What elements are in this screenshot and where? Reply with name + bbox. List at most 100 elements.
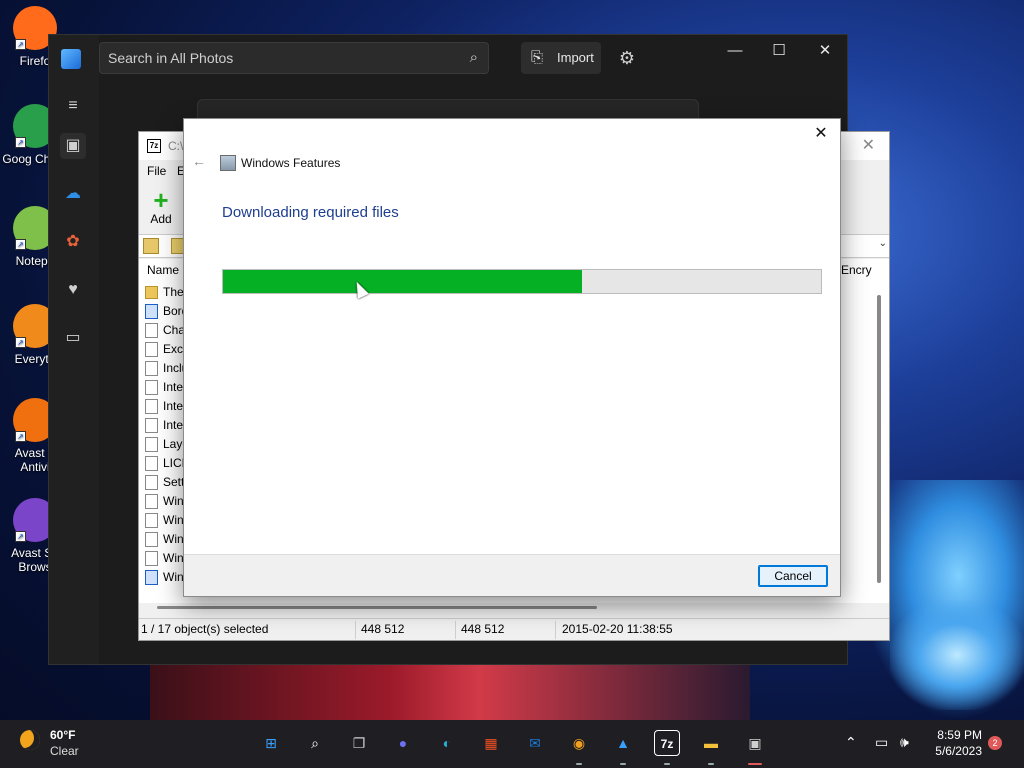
- file-name: Win: [163, 513, 184, 527]
- shortcut-arrow-icon: ↗: [15, 531, 26, 542]
- table-row[interactable]: Win: [145, 511, 184, 530]
- shortcut-arrow-icon: ↗: [15, 431, 26, 442]
- menu-file[interactable]: File: [147, 164, 166, 178]
- shortcut-arrow-icon: ↗: [15, 137, 26, 148]
- column-encrypted[interactable]: Encry: [841, 263, 872, 277]
- status-divider: [555, 621, 556, 639]
- file-icon: [145, 494, 158, 509]
- clock-date[interactable]: 5/6/2023: [924, 744, 982, 758]
- add-button[interactable]: + Add: [149, 185, 173, 226]
- windows-features-icon[interactable]: ▣: [742, 730, 768, 756]
- file-name: Win: [163, 532, 184, 546]
- sevenzip-path: C:\: [168, 139, 184, 153]
- running-indicator: [748, 763, 762, 765]
- table-row[interactable]: Ther: [145, 283, 188, 302]
- running-indicator: [664, 763, 670, 765]
- status-divider: [455, 621, 456, 639]
- network-icon[interactable]: ▭: [875, 734, 888, 751]
- cancel-button[interactable]: Cancel: [758, 565, 828, 587]
- table-row[interactable]: Win: [145, 530, 184, 549]
- folder-up-icon[interactable]: [143, 238, 159, 254]
- chat-icon[interactable]: ●: [390, 730, 416, 756]
- favorites-heart-icon[interactable]: ♥: [60, 277, 86, 303]
- all-photos-icon[interactable]: ▣: [60, 133, 86, 159]
- chevron-down-icon[interactable]: ⌄: [879, 238, 887, 249]
- plus-icon: +: [153, 185, 169, 215]
- dialog-heading: Downloading required files: [222, 204, 399, 221]
- table-row[interactable]: Inter: [145, 378, 187, 397]
- windows-features-dialog: ✕ ← Windows Features Downloading require…: [183, 118, 841, 597]
- table-row[interactable]: Win: [145, 568, 184, 587]
- photos-search-input[interactable]: Search in All Photos ⌕: [99, 42, 489, 74]
- hamburger-menu-icon[interactable]: ≡: [60, 93, 86, 119]
- file-icon: [145, 475, 158, 490]
- file-name: Win: [163, 494, 184, 508]
- file-icon: [145, 437, 158, 452]
- file-icon: [145, 570, 158, 585]
- dialog-close-button[interactable]: ✕: [810, 123, 832, 145]
- mail-icon[interactable]: ✉: [522, 730, 548, 756]
- dialog-footer: Cancel: [184, 554, 840, 596]
- shortcut-arrow-icon: ↗: [15, 39, 26, 50]
- weather-condition: Clear: [50, 744, 79, 758]
- close-button[interactable]: ✕: [805, 39, 845, 63]
- file-explorer-icon[interactable]: ▬: [698, 730, 724, 756]
- status-selected: 1 / 17 object(s) selected: [141, 622, 269, 636]
- file-icon: [145, 399, 158, 414]
- file-icon: [145, 380, 158, 395]
- status-modified: 2015-02-20 11:38:55: [562, 622, 673, 636]
- back-arrow-icon[interactable]: ←: [192, 153, 206, 169]
- search-icon[interactable]: ⌕: [470, 43, 478, 73]
- add-label: Add: [150, 212, 172, 226]
- file-icon: [145, 513, 158, 528]
- photos-icon[interactable]: ▲: [610, 730, 636, 756]
- photos-nav-rail: ≡ ▣ ☁ ✿ ♥ ▭: [49, 35, 99, 664]
- avast-browser-icon[interactable]: ◉: [566, 730, 592, 756]
- windows-features-icon: [220, 155, 236, 171]
- table-row[interactable]: Bord: [145, 302, 188, 321]
- import-button[interactable]: ⎘ Import: [521, 42, 601, 74]
- sevenzip-logo-icon: 7z: [147, 139, 161, 153]
- dialog-title: Windows Features: [241, 156, 341, 170]
- running-indicator: [620, 763, 626, 765]
- 7zip-icon[interactable]: 7z: [654, 730, 680, 756]
- download-progress-bar: [222, 269, 822, 294]
- icloud-photos-icon[interactable]: ✿: [60, 229, 86, 255]
- status-bar: 1 / 17 object(s) selected 448 512 448 51…: [139, 618, 889, 640]
- vertical-scrollbar[interactable]: [877, 295, 881, 583]
- chevron-up-icon[interactable]: ⌃: [845, 734, 857, 751]
- file-icon: [145, 323, 158, 338]
- table-row[interactable]: Win: [145, 492, 184, 511]
- photos-logo-icon: [61, 49, 81, 69]
- file-icon: [145, 418, 158, 433]
- file-name: Win: [163, 570, 184, 584]
- file-icon: [145, 532, 158, 547]
- windows-start-icon[interactable]: ⊞: [258, 730, 284, 756]
- folder-icon: [145, 286, 158, 299]
- store-icon[interactable]: ▦: [478, 730, 504, 756]
- volume-icon[interactable]: 🕪: [900, 734, 909, 751]
- moon-icon: [20, 730, 40, 750]
- table-row[interactable]: Inter: [145, 397, 187, 416]
- onedrive-icon[interactable]: ☁: [60, 181, 86, 207]
- table-row[interactable]: Setti: [145, 473, 187, 492]
- table-row[interactable]: Excl: [145, 340, 186, 359]
- notification-badge[interactable]: 2: [988, 736, 1002, 750]
- minimize-button[interactable]: —: [715, 39, 755, 63]
- table-row[interactable]: Cha: [145, 321, 185, 340]
- horizontal-scrollbar[interactable]: [157, 606, 597, 609]
- clock-time[interactable]: 8:59 PM: [934, 728, 982, 742]
- gear-icon[interactable]: ⚙: [611, 42, 643, 74]
- edge-icon[interactable]: ◐: [434, 730, 460, 756]
- table-row[interactable]: Inclu: [145, 359, 188, 378]
- folders-icon[interactable]: ▭: [60, 325, 86, 351]
- column-name[interactable]: Name: [147, 263, 179, 277]
- import-icon: ⎘: [531, 49, 544, 66]
- task-view-icon[interactable]: ❐: [346, 730, 372, 756]
- sevenzip-close-button[interactable]: ✕: [862, 135, 875, 155]
- search-icon[interactable]: ⌕: [302, 730, 328, 756]
- table-row[interactable]: Win: [145, 549, 184, 568]
- table-row[interactable]: Inter: [145, 416, 187, 435]
- maximize-button[interactable]: ☐: [759, 39, 799, 63]
- search-placeholder: Search in All Photos: [108, 50, 234, 66]
